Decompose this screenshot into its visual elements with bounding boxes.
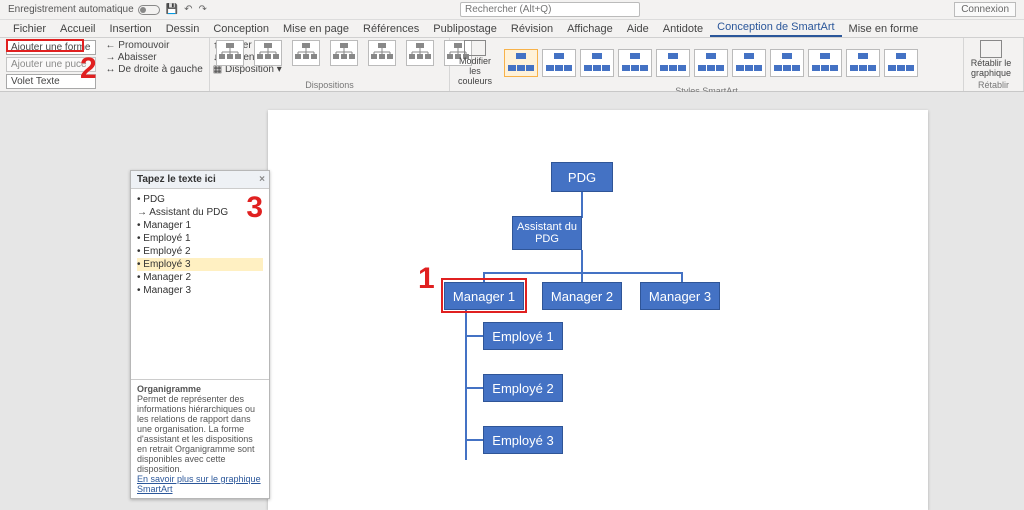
disposition-thumb[interactable] [368, 40, 396, 66]
search-input[interactable] [460, 2, 640, 17]
redo-icon[interactable]: ↷ [198, 4, 206, 15]
ribbon-tabs: FichierAccueilInsertionDessinConceptionM… [0, 20, 1024, 38]
org-node-employe3[interactable]: Employé 3 [483, 426, 563, 454]
autosave-toggle[interactable]: Enregistrement automatique [8, 4, 160, 15]
close-icon[interactable]: × [259, 174, 265, 185]
smartart-style-thumb[interactable] [504, 49, 538, 77]
smartart-style-thumb[interactable] [580, 49, 614, 77]
quick-access-toolbar: 💾 ↶ ↷ [166, 4, 207, 15]
save-icon[interactable]: 💾 [166, 4, 178, 15]
smartart-style-thumb[interactable] [694, 49, 728, 77]
annotation-number-1: 1 [418, 262, 435, 296]
group-reset-label: Rétablir [970, 80, 1017, 91]
autosave-label: Enregistrement automatique [8, 4, 134, 15]
smartart-style-thumb[interactable] [770, 49, 804, 77]
ribbon: Ajouter une forme Ajouter une puce Volet… [0, 38, 1024, 92]
tab-affichage[interactable]: Affichage [560, 21, 620, 37]
undo-icon[interactable]: ↶ [184, 4, 192, 15]
tab-accueil[interactable]: Accueil [53, 21, 102, 37]
change-colors-button[interactable]: Modifier les couleurs [456, 40, 494, 86]
tab-révision[interactable]: Révision [504, 21, 560, 37]
annotation-number-2: 2 [80, 52, 97, 86]
disposition-thumb[interactable] [292, 40, 320, 66]
tab-mise-en-forme[interactable]: Mise en forme [842, 21, 926, 37]
text-pane-item[interactable]: Employé 1 [137, 232, 263, 245]
group-dispositions-label: Dispositions [216, 80, 443, 91]
title-bar: Enregistrement automatique 💾 ↶ ↷ Documen… [0, 0, 1024, 20]
org-node-assistant[interactable]: Assistant du PDG [512, 216, 582, 250]
smartart-style-thumb[interactable] [542, 49, 576, 77]
text-pane-item[interactable]: Employé 2 [137, 245, 263, 258]
org-node-pdg[interactable]: PDG [551, 162, 613, 192]
demote-button[interactable]: → Abaisser [106, 52, 203, 63]
text-pane-item[interactable]: PDG [137, 193, 263, 206]
text-pane-list[interactable]: PDGAssistant du PDGManager 1Employé 1Emp… [137, 193, 263, 297]
rtl-button[interactable]: ↔ De droite à gauche [106, 64, 203, 75]
text-pane-item[interactable]: Manager 1 [137, 219, 263, 232]
smartart-style-thumb[interactable] [884, 49, 918, 77]
tab-conception[interactable]: Conception [206, 21, 276, 37]
org-node-manager2[interactable]: Manager 2 [542, 282, 622, 310]
sign-in-button[interactable]: Connexion [954, 2, 1016, 17]
smartart-style-thumb[interactable] [656, 49, 690, 77]
reset-icon [980, 40, 1002, 58]
tab-antidote[interactable]: Antidote [656, 21, 710, 37]
text-pane-item[interactable]: Manager 3 [137, 284, 263, 297]
text-pane-item[interactable]: Assistant du PDG [137, 206, 263, 219]
promote-button[interactable]: ← Promouvoir [106, 40, 203, 51]
tab-mise-en-page[interactable]: Mise en page [276, 21, 356, 37]
annotation-number-3: 3 [246, 191, 263, 225]
smartart-style-thumb[interactable] [618, 49, 652, 77]
tab-fichier[interactable]: Fichier [6, 21, 53, 37]
tab-références[interactable]: Références [356, 21, 426, 37]
text-pane-item[interactable]: Employé 3 [137, 258, 263, 271]
disposition-thumb[interactable] [406, 40, 434, 66]
workspace: PDG Assistant du PDG Manager 1 Manager 2… [0, 92, 1024, 503]
reset-graphic-button[interactable]: Rétablir le graphique [970, 40, 1012, 78]
autosave-switch-icon[interactable] [138, 5, 160, 15]
disposition-thumb[interactable] [216, 40, 244, 66]
tab-aide[interactable]: Aide [620, 21, 656, 37]
org-node-employe1[interactable]: Employé 1 [483, 322, 563, 350]
smartart-style-thumb[interactable] [808, 49, 842, 77]
document-page: PDG Assistant du PDG Manager 1 Manager 2… [268, 110, 928, 510]
smartart-style-thumb[interactable] [732, 49, 766, 77]
tab-publipostage[interactable]: Publipostage [426, 21, 504, 37]
disposition-thumb[interactable] [254, 40, 282, 66]
palette-icon [464, 40, 486, 56]
tab-conception-de-smartart[interactable]: Conception de SmartArt [710, 19, 841, 37]
tab-dessin[interactable]: Dessin [159, 21, 207, 37]
disposition-thumb[interactable] [330, 40, 358, 66]
tab-insertion[interactable]: Insertion [102, 21, 158, 37]
smartart-text-pane: Tapez le texte ici × PDGAssistant du PDG… [130, 170, 270, 499]
text-pane-footer: Organigramme Permet de représenter des i… [131, 379, 269, 498]
text-pane-item[interactable]: Manager 2 [137, 271, 263, 284]
text-pane-header: Tapez le texte ici × [131, 171, 269, 189]
smartart-style-thumb[interactable] [846, 49, 880, 77]
org-node-employe2[interactable]: Employé 2 [483, 374, 563, 402]
org-node-manager3[interactable]: Manager 3 [640, 282, 720, 310]
smartart-learn-more-link[interactable]: En savoir plus sur le graphique SmartArt [137, 474, 263, 494]
org-node-manager1[interactable]: Manager 1 [444, 282, 524, 310]
